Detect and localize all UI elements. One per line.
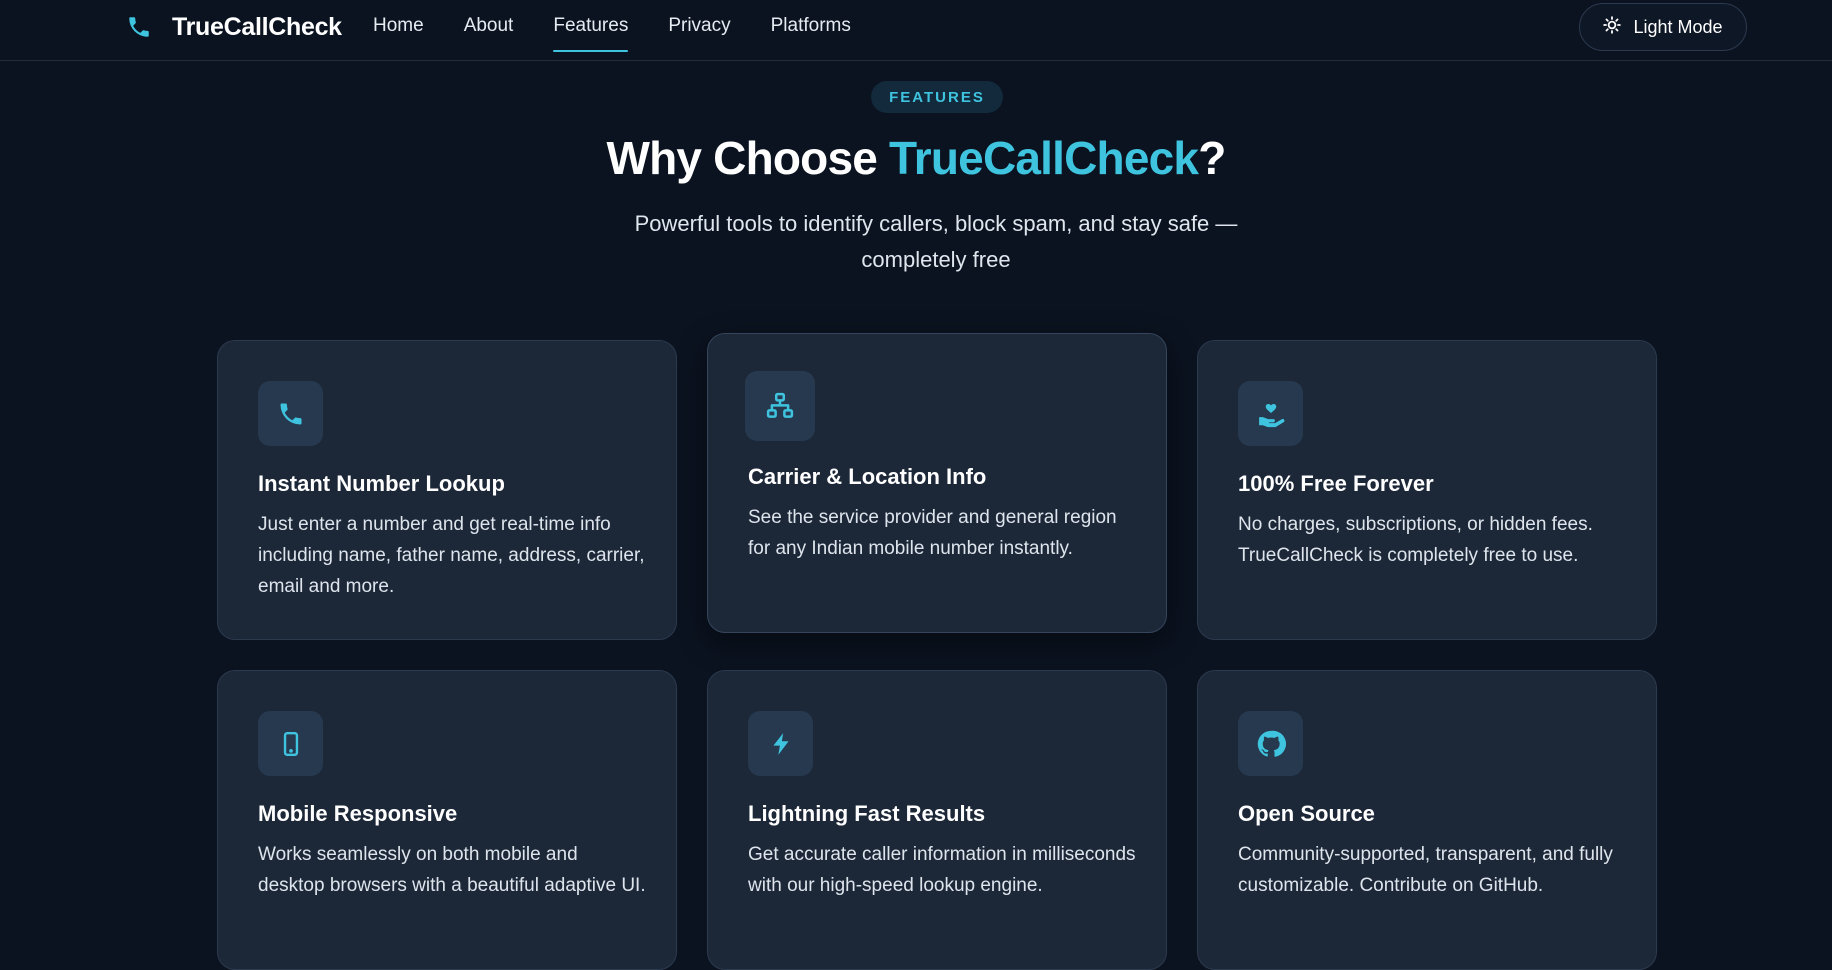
title-suffix: ?	[1198, 132, 1226, 184]
phone-logo-icon	[124, 12, 154, 42]
light-mode-button[interactable]: Light Mode	[1579, 3, 1747, 51]
feature-description: No charges, subscriptions, or hidden fee…	[1238, 514, 1593, 566]
feature-description: Just enter a number and get real-time in…	[258, 514, 645, 597]
feature-title: Mobile Responsive	[258, 801, 458, 826]
nav-link-home[interactable]: Home	[373, 12, 424, 52]
feature-card-carrier-location[interactable]: Carrier & Location Info See the service …	[707, 333, 1167, 633]
nav-links: Home About Features Privacy Platforms	[373, 12, 851, 52]
feature-card-free-forever[interactable]: 100% Free Forever No charges, subscripti…	[1197, 340, 1657, 640]
nav-link-privacy[interactable]: Privacy	[668, 12, 730, 52]
nav-link-features[interactable]: Features	[553, 12, 628, 52]
hand-heart-icon	[1238, 381, 1303, 446]
phone-icon	[258, 381, 323, 446]
title-prefix: Why Choose	[606, 132, 890, 184]
brand-name: TrueCallCheck	[172, 12, 342, 41]
page-title: Why Choose TrueCallCheck?	[0, 131, 1832, 185]
page-subtitle: Powerful tools to identify callers, bloc…	[634, 211, 1238, 272]
mode-button-label: Light Mode	[1633, 16, 1723, 37]
feature-title: Instant Number Lookup	[258, 471, 505, 496]
nav-link-platforms[interactable]: Platforms	[771, 12, 851, 52]
section-badge: FEATURES	[871, 81, 1003, 113]
feature-title: Open Source	[1238, 801, 1375, 826]
bolt-icon	[748, 711, 813, 776]
nav-link-about[interactable]: About	[464, 12, 514, 52]
feature-card-lightning-fast[interactable]: Lightning Fast Results Get accurate call…	[707, 670, 1167, 970]
feature-description: Get accurate caller information in milli…	[748, 844, 1136, 896]
title-accent: TrueCallCheck	[889, 132, 1199, 184]
network-icon	[745, 371, 815, 441]
mobile-icon	[258, 711, 323, 776]
feature-description: Works seamlessly on both mobile and desk…	[258, 844, 646, 896]
brand[interactable]: TrueCallCheck	[124, 10, 342, 44]
feature-card-open-source[interactable]: Open Source Community-supported, transpa…	[1197, 670, 1657, 970]
feature-card-mobile-responsive[interactable]: Mobile Responsive Works seamlessly on bo…	[217, 670, 677, 970]
feature-description: Community-supported, transparent, and fu…	[1238, 844, 1613, 896]
feature-description: See the service provider and general reg…	[748, 507, 1117, 559]
github-icon	[1238, 711, 1303, 776]
sun-icon	[1603, 15, 1622, 39]
feature-title: Lightning Fast Results	[748, 801, 986, 826]
feature-card-instant-lookup[interactable]: Instant Number Lookup Just enter a numbe…	[217, 340, 677, 640]
top-nav: TrueCallCheck Home About Features Privac…	[0, 0, 1832, 61]
feature-title: 100% Free Forever	[1238, 471, 1434, 496]
feature-title: Carrier & Location Info	[748, 464, 987, 489]
